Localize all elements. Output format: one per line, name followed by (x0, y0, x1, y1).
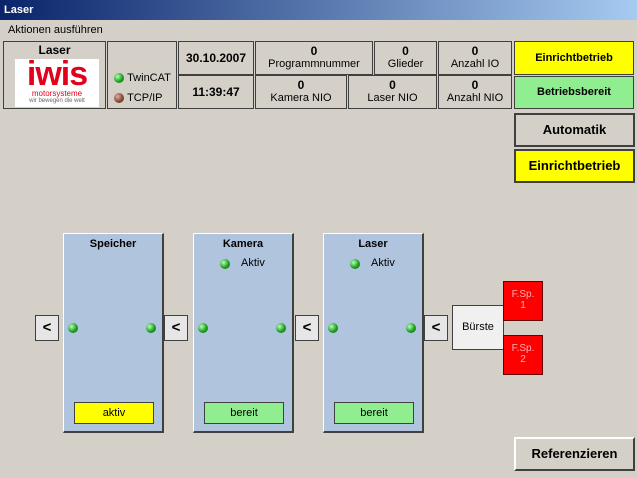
programmnummer-value: 0 (310, 44, 318, 58)
twincat-led (114, 73, 124, 84)
date-display: 30.10.2007 (178, 41, 254, 75)
time-display: 11:39:47 (178, 75, 254, 109)
logo-tagline: wir bewegen die welt (29, 98, 85, 104)
logo-brand: iwis (26, 55, 88, 93)
kamera-in-led (198, 323, 208, 333)
window-title: Laser (0, 0, 637, 20)
transfer-left-button-3[interactable]: < (295, 315, 319, 341)
station-speicher: Speicher aktiv (63, 233, 164, 433)
speicher-out-led (146, 323, 156, 333)
laser-status: bereit (334, 402, 414, 424)
counter-laser-nio: 0 Laser NIO (348, 75, 437, 109)
menu-bar: Aktionen ausführen (0, 21, 637, 39)
kamera-active-led (220, 259, 230, 269)
station-laser: Laser Aktiv bereit (323, 233, 424, 433)
kamera-out-led (276, 323, 286, 333)
station-laser-title: Laser (358, 238, 388, 250)
twincat-row: TwinCAT (114, 72, 171, 84)
laser-out-led (406, 323, 416, 333)
anzahl-io-label: Anzahl IO (450, 58, 500, 70)
anzahl-nio-value: 0 (471, 78, 479, 92)
counter-kamera-nio: 0 Kamera NIO (255, 75, 347, 109)
fault-1-line1: F.Sp. (511, 289, 535, 300)
counter-anzahl-io: 0 Anzahl IO (438, 41, 512, 75)
ready-status-badge: Betriebsbereit (514, 76, 634, 109)
speicher-in-led (68, 323, 78, 333)
connection-panel: TwinCAT TCP/IP (107, 41, 177, 109)
transfer-left-button-1[interactable]: < (35, 315, 59, 341)
kamera-status: bereit (204, 402, 284, 424)
counter-glieder: 0 Glieder (374, 41, 437, 75)
station-speicher-title: Speicher (89, 238, 137, 250)
referenzieren-button[interactable]: Referenzieren (514, 437, 635, 471)
twincat-label: TwinCAT (127, 72, 171, 85)
programmnummer-label: Programmnummer (268, 58, 360, 70)
fault-indicator-1: F.Sp. 1 (503, 281, 543, 321)
einrichtbetrieb-button[interactable]: Einrichtbetrieb (514, 149, 635, 183)
anzahl-nio-label: Anzahl NIO (446, 92, 504, 104)
counter-anzahl-nio: 0 Anzahl NIO (438, 75, 512, 109)
fault-2-line2: 2 (520, 354, 526, 365)
kamera-nio-value: 0 (297, 78, 305, 92)
fault-1-line2: 1 (520, 300, 526, 311)
mode-status-badge: Einrichtbetrieb (514, 41, 634, 75)
speicher-status: aktiv (74, 402, 154, 424)
glieder-label: Glieder (387, 58, 424, 70)
menu-item-actions[interactable]: Aktionen ausführen (8, 24, 103, 36)
kamera-nio-label: Kamera NIO (270, 92, 332, 104)
counter-programmnummer: 0 Programmnummer (255, 41, 373, 75)
automatik-button[interactable]: Automatik (514, 113, 635, 147)
laser-in-led (328, 323, 338, 333)
tcpip-led (114, 93, 124, 104)
laser-nio-label: Laser NIO (367, 92, 418, 104)
station-kamera: Kamera Aktiv bereit (193, 233, 294, 433)
fault-2-line1: F.Sp. (511, 343, 535, 354)
transfer-left-button-2[interactable]: < (164, 315, 188, 341)
iwis-logo: iwis motorsysteme wir bewegen die welt (15, 55, 99, 107)
tcpip-label: TCP/IP (127, 92, 163, 105)
glieder-value: 0 (402, 44, 409, 58)
laser-active-label: Aktiv (371, 257, 395, 269)
brush-unit[interactable]: Bürste (452, 305, 504, 350)
logo-panel: Laser iwis motorsysteme wir bewegen die … (3, 41, 106, 109)
anzahl-io-value: 0 (471, 44, 479, 58)
station-kamera-title: Kamera (222, 238, 264, 250)
kamera-active-label: Aktiv (241, 257, 265, 269)
tcpip-row: TCP/IP (114, 92, 163, 104)
laser-nio-value: 0 (389, 78, 396, 92)
transfer-left-button-4[interactable]: < (424, 315, 448, 341)
laser-active-led (350, 259, 360, 269)
fault-indicator-2: F.Sp. 2 (503, 335, 543, 375)
